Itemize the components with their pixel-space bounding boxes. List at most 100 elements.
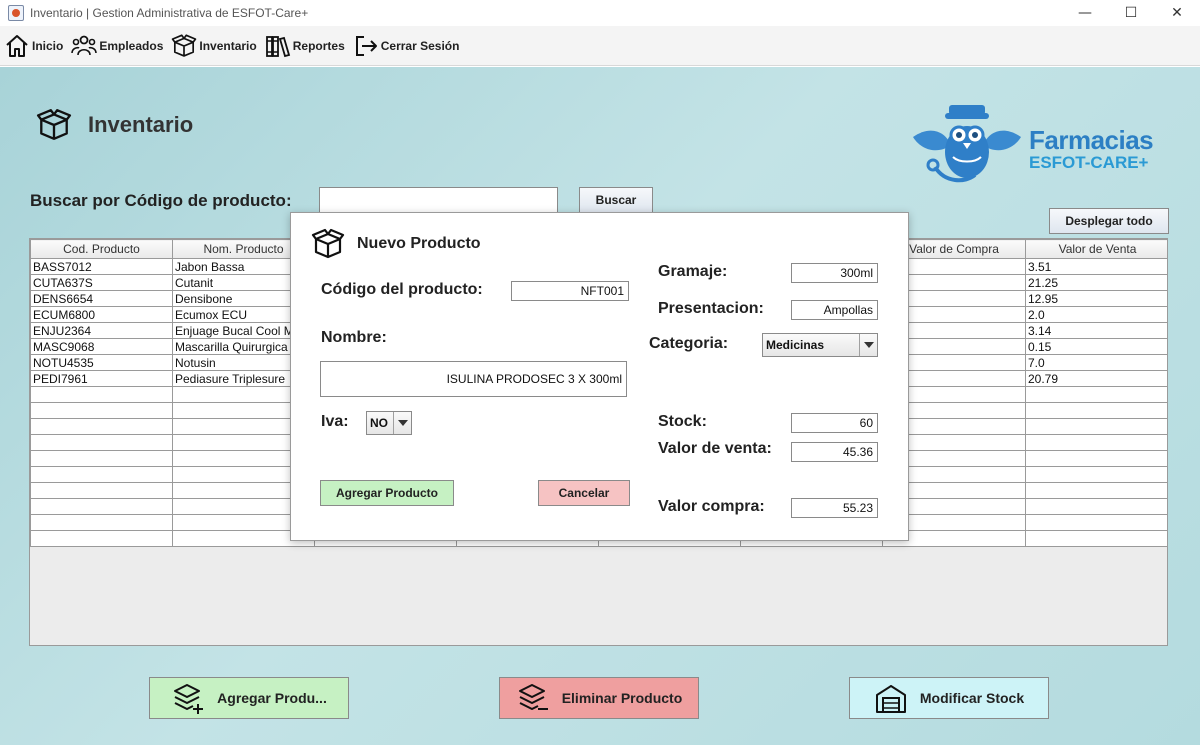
- menu-label: Empleados: [99, 38, 164, 53]
- presentacion-field[interactable]: Ampollas: [791, 300, 878, 320]
- column-header[interactable]: Valor de Venta: [1025, 239, 1167, 259]
- menu-label: Inicio: [32, 38, 64, 53]
- java-icon: [8, 5, 24, 21]
- presentacion-label: Presentacion:: [658, 300, 764, 317]
- venta-label: Valor de venta:: [658, 440, 772, 457]
- categoria-selected: Medicinas: [766, 338, 825, 352]
- minimize-icon[interactable]: —: [1062, 0, 1108, 26]
- table-cell: [30, 386, 173, 403]
- box-icon: [311, 228, 345, 259]
- stack-remove-icon: [518, 684, 548, 710]
- box-icon: [36, 109, 72, 140]
- table-cell: [1025, 386, 1167, 403]
- column-header[interactable]: Cod. Producto: [30, 239, 173, 259]
- logout-icon: [355, 35, 377, 56]
- table-cell: [1025, 498, 1167, 515]
- table-cell: [30, 498, 173, 515]
- nombre-label: Nombre:: [321, 329, 387, 346]
- menu-item-cerrar-sesion[interactable]: Cerrar Sesión: [353, 33, 460, 59]
- table-cell: PEDI7961: [30, 370, 173, 387]
- gramaje-field[interactable]: 300ml: [791, 263, 878, 283]
- table-cell: DENS6654: [30, 290, 173, 307]
- menu-bar: Inicio Empleados Inventario Reportes Cer…: [0, 26, 1200, 66]
- table-cell: 2.0: [1025, 306, 1167, 323]
- table-cell: [30, 418, 173, 435]
- page-title-text: Inventario: [88, 112, 194, 137]
- menu-label: Cerrar Sesión: [380, 38, 460, 53]
- expand-all-button[interactable]: Desplegar todo: [1049, 208, 1169, 234]
- table-cell: [1025, 482, 1167, 499]
- table-cell: [1025, 434, 1167, 451]
- delete-product-label: Eliminar Producto: [561, 690, 683, 706]
- books-icon: [265, 35, 290, 57]
- modify-stock-label: Modificar Stock: [919, 690, 1025, 706]
- table-cell: 0.15: [1025, 338, 1167, 355]
- table-cell: [30, 402, 173, 419]
- table-cell: [1025, 466, 1167, 483]
- table-cell: [1025, 418, 1167, 435]
- nombre-field[interactable]: ISULINA PRODOSEC 3 X 300ml: [320, 361, 627, 397]
- table-cell: [30, 514, 173, 531]
- home-icon: [6, 34, 28, 57]
- compra-field[interactable]: 55.23: [791, 498, 878, 518]
- stock-label: Stock:: [658, 413, 707, 430]
- table-cell: [1025, 530, 1167, 547]
- table-cell: 3.51: [1025, 258, 1167, 275]
- search-input[interactable]: [319, 187, 558, 215]
- categoria-select[interactable]: Medicinas: [762, 333, 878, 357]
- window-title: Inventario | Gestion Administrativa de E…: [30, 6, 309, 20]
- table-cell: [30, 434, 173, 451]
- box-icon: [172, 33, 197, 57]
- venta-field[interactable]: 45.36: [791, 442, 878, 462]
- menu-item-inicio[interactable]: Inicio: [4, 33, 63, 59]
- delete-product-button[interactable]: Eliminar Producto: [499, 677, 699, 719]
- table-cell: [30, 482, 173, 499]
- menu-item-reportes[interactable]: Reportes: [265, 33, 345, 59]
- table-cell: ENJU2364: [30, 322, 173, 339]
- add-product-label: Agregar Produ...: [217, 690, 327, 706]
- add-product-button[interactable]: Agregar Produ...: [149, 677, 349, 719]
- stack-add-icon: [174, 684, 204, 714]
- table-cell: CUTA637S: [30, 274, 173, 291]
- table-cell: 12.95: [1025, 290, 1167, 307]
- table-cell: 3.14: [1025, 322, 1167, 339]
- codigo-label: Código del producto:: [321, 281, 483, 298]
- brand-subtitle: ESFOT-CARE+: [1029, 153, 1149, 172]
- warehouse-icon: [875, 685, 906, 713]
- menu-label: Reportes: [292, 38, 345, 53]
- table-cell: 7.0: [1025, 354, 1167, 371]
- table-cell: 21.25: [1025, 274, 1167, 291]
- menu-item-inventario[interactable]: Inventario: [171, 33, 257, 59]
- compra-label: Valor compra:: [658, 498, 765, 515]
- cancel-button[interactable]: Cancelar: [538, 480, 630, 506]
- table-cell: [30, 530, 173, 547]
- stock-field[interactable]: 60: [791, 413, 878, 433]
- chevron-down-icon: [393, 412, 411, 434]
- modify-stock-button[interactable]: Modificar Stock: [849, 677, 1049, 719]
- agregar-producto-button[interactable]: Agregar Producto: [320, 480, 454, 506]
- table-cell: [1025, 514, 1167, 531]
- users-icon: [71, 35, 98, 55]
- table-cell: [1025, 450, 1167, 467]
- table-cell: 20.79: [1025, 370, 1167, 387]
- dialog-title-text: Nuevo Producto: [357, 235, 481, 252]
- table-cell: MASC9068: [30, 338, 173, 355]
- iva-select[interactable]: NO: [366, 411, 412, 435]
- dialog-title: Nuevo Producto: [311, 227, 481, 261]
- table-cell: ECUM6800: [30, 306, 173, 323]
- title-bar: Inventario | Gestion Administrativa de E…: [0, 0, 1200, 26]
- table-cell: [1025, 402, 1167, 419]
- search-label: Buscar por Código de producto:: [30, 191, 292, 210]
- menu-item-empleados[interactable]: Empleados: [71, 33, 163, 59]
- search-button[interactable]: Buscar: [579, 187, 653, 213]
- close-icon[interactable]: ✕: [1154, 0, 1200, 26]
- maximize-icon[interactable]: ☐: [1108, 0, 1154, 26]
- categoria-label: Categoria:: [649, 335, 729, 352]
- codigo-field[interactable]: NFT001: [511, 281, 629, 301]
- table-cell: [30, 450, 173, 467]
- table-cell: [30, 466, 173, 483]
- iva-selected: NO: [370, 416, 388, 430]
- gramaje-label: Gramaje:: [658, 263, 728, 280]
- table-cell: NOTU4535: [30, 354, 173, 371]
- new-product-dialog: Nuevo Producto Código del producto: NFT0…: [290, 212, 909, 541]
